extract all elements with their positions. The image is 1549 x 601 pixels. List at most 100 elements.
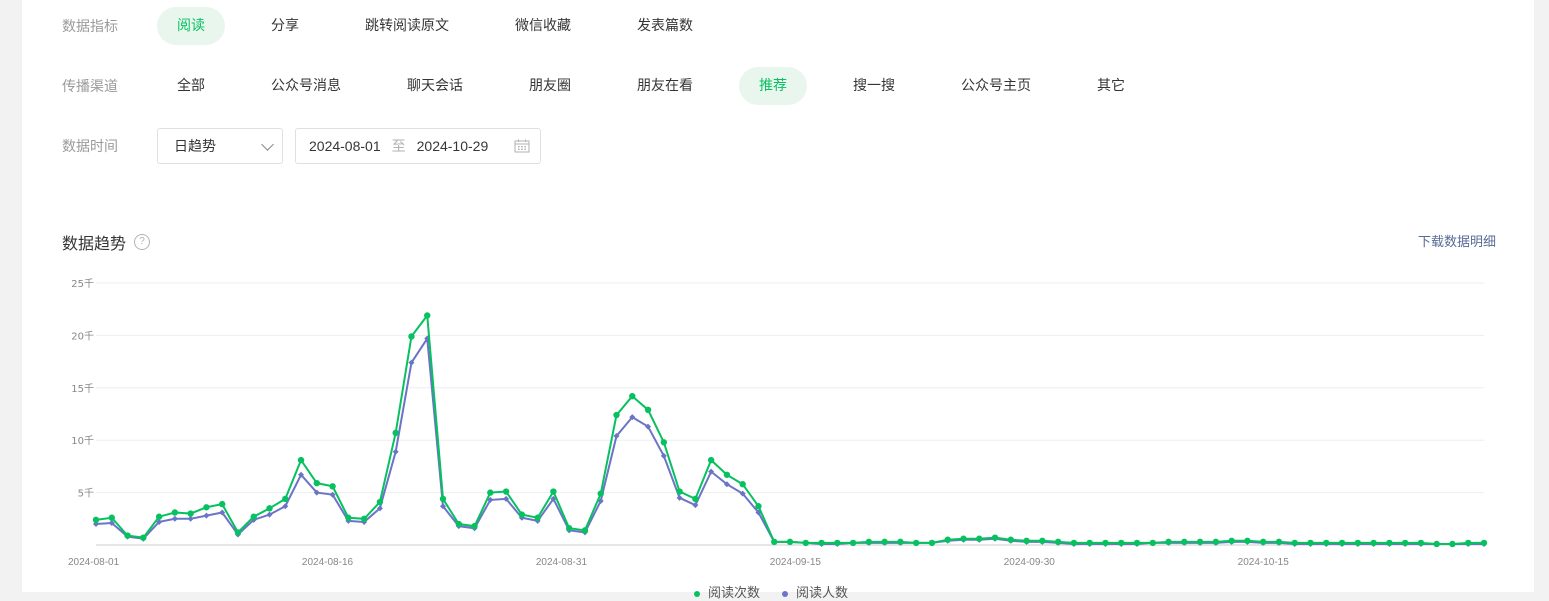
data-point (1259, 538, 1267, 546)
data-point (1007, 536, 1015, 543)
data-point (897, 538, 904, 546)
y-tick-label: 20千 (71, 330, 94, 342)
data-point (218, 500, 226, 508)
data-point (991, 534, 999, 541)
trend-chart: 5千 10千 15千 20千 25千 2024-08-01 2024-08-16 2024-0… (68, 278, 1488, 568)
data-point (771, 538, 778, 546)
data-point (250, 513, 257, 520)
data-point (676, 494, 683, 501)
data-point (960, 535, 967, 542)
data-point (597, 490, 604, 497)
data-point (534, 514, 541, 521)
data-point (1449, 540, 1456, 548)
data-point (502, 488, 510, 495)
data-point (644, 406, 652, 414)
data-point (171, 515, 178, 522)
data-point (266, 505, 273, 512)
data-point (1118, 539, 1125, 547)
data-point (1102, 539, 1109, 547)
data-point (282, 495, 289, 503)
data-point (487, 489, 494, 496)
series-line (95, 312, 1484, 545)
data-point (297, 456, 305, 464)
data-point (849, 539, 857, 547)
data-point (124, 532, 131, 539)
data-point (1291, 539, 1298, 547)
data-point (834, 539, 841, 547)
data-point (565, 525, 573, 532)
y-tick-label: 5千 (78, 488, 94, 500)
data-point (881, 538, 888, 546)
data-point (203, 512, 210, 519)
data-point (92, 516, 100, 524)
x-tick-label: 2024-10-15 (1238, 557, 1290, 568)
data-point (1433, 540, 1440, 548)
data-point (1054, 538, 1062, 546)
data-point (755, 503, 762, 510)
data-point (865, 538, 873, 546)
data-point (155, 513, 163, 520)
data-point (1086, 539, 1093, 547)
data-point (1370, 539, 1377, 547)
data-point (518, 511, 526, 518)
data-point (329, 483, 336, 490)
data-point (187, 510, 194, 517)
data-point (360, 515, 368, 522)
data-point (1465, 539, 1472, 547)
data-point (1244, 537, 1251, 545)
data-point (234, 529, 242, 536)
x-tick-label: 2024-08-01 (68, 557, 120, 568)
data-point (581, 527, 589, 534)
data-point (1133, 539, 1141, 547)
x-tick-label: 2024-08-16 (302, 557, 354, 568)
data-point (203, 504, 210, 511)
data-point (692, 502, 699, 509)
data-point (1165, 538, 1172, 546)
data-point (550, 488, 557, 495)
data-point (1354, 539, 1362, 547)
data-point (1417, 539, 1425, 547)
data-point (786, 538, 794, 546)
data-point (313, 479, 321, 487)
legend-label: 阅读次数 (708, 586, 761, 601)
data-point (424, 312, 431, 319)
data-point (613, 411, 620, 419)
data-point (692, 495, 699, 503)
data-point (345, 514, 352, 521)
data-point (723, 471, 731, 478)
data-point (171, 509, 179, 516)
content-panel: 数据指标 阅读 分享 跳转阅读原文 微信收藏 发表篇数 传播渠道 全部 公众号消息 聊天会话… (22, 0, 1534, 601)
legend-marker (694, 590, 700, 597)
data-point (1338, 539, 1346, 547)
data-point (1401, 539, 1409, 547)
data-point (976, 535, 983, 542)
y-tick-label: 10千 (71, 435, 94, 447)
data-point (108, 514, 115, 521)
data-point (739, 481, 746, 488)
data-point (1307, 539, 1314, 547)
y-tick-label: 25千 (71, 278, 94, 290)
data-point (1323, 539, 1330, 547)
data-point (818, 539, 825, 547)
data-point (1275, 538, 1283, 546)
legend-label: 阅读人数 (796, 586, 849, 601)
data-point (1023, 537, 1030, 545)
data-point (802, 539, 809, 547)
data-point (707, 456, 715, 464)
data-point (928, 539, 936, 547)
data-point (140, 534, 147, 541)
data-point (376, 498, 384, 506)
data-point (660, 439, 668, 446)
x-tick-label: 2024-08-31 (536, 557, 588, 568)
x-tick-label: 2024-09-30 (1004, 557, 1056, 568)
data-point (1386, 539, 1393, 547)
data-point (1181, 538, 1188, 546)
data-point (1039, 537, 1046, 545)
data-point (629, 392, 636, 400)
data-point (912, 539, 920, 547)
x-tick-label: 2024-09-15 (770, 557, 822, 568)
data-point (392, 448, 399, 455)
data-point (1228, 537, 1235, 545)
data-point (1196, 538, 1204, 546)
y-tick-label: 15千 (71, 383, 94, 395)
